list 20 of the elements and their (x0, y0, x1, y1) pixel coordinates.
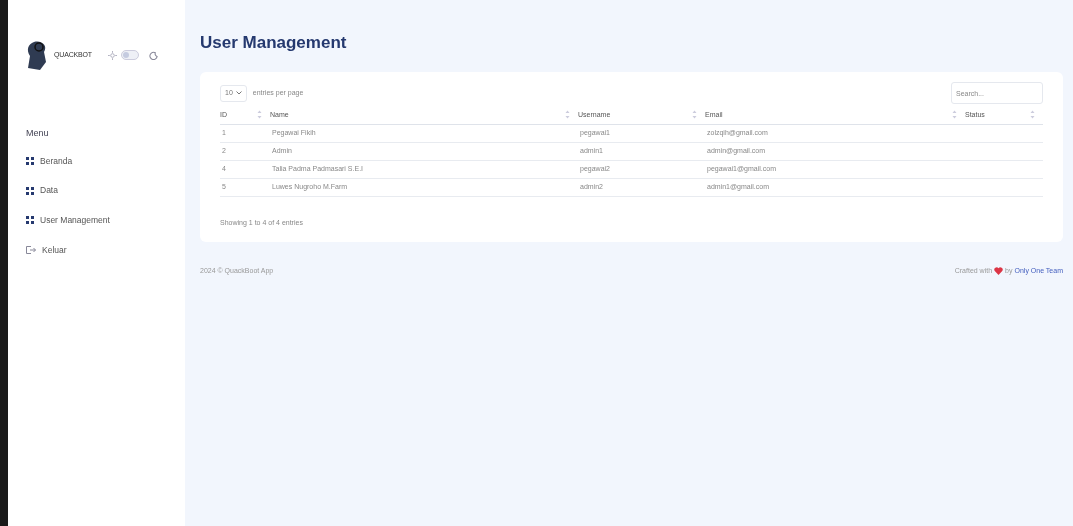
page-title: User Management (200, 33, 348, 53)
grid-icon (26, 186, 34, 195)
moon-icon (148, 50, 158, 60)
grid-icon (26, 156, 34, 165)
sort-icon (1030, 110, 1035, 120)
heart-icon (994, 267, 1004, 276)
sort-icon (692, 110, 697, 120)
theme-toggle[interactable] (120, 50, 139, 60)
chevron-down-icon (235, 91, 242, 95)
grid-icon (26, 216, 34, 225)
sort-icon (952, 110, 957, 120)
menu-item[interactable]: Keluar (26, 243, 185, 257)
menu-heading: Menu (26, 127, 50, 140)
logout-icon (26, 246, 36, 255)
menu-item[interactable]: User Management (26, 214, 185, 227)
sort-icon (565, 110, 570, 120)
sun-icon (107, 50, 117, 60)
menu-item[interactable]: Beranda (26, 154, 185, 168)
sort-icon (257, 110, 262, 120)
menu-item[interactable]: Data (26, 184, 185, 197)
